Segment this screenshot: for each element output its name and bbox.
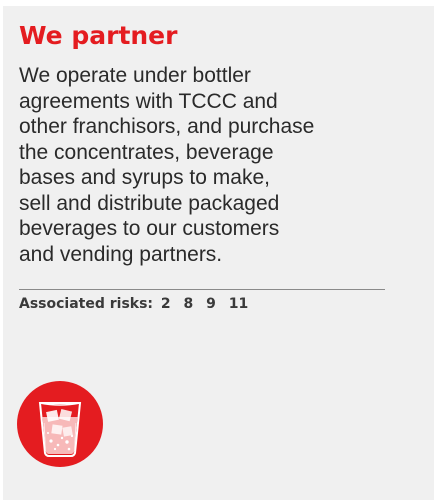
body-line: sell and distribute packaged	[19, 191, 280, 215]
body-line: beverages to our customers	[19, 217, 280, 240]
divider	[19, 289, 385, 290]
body-line: the concentrates, beverage	[19, 140, 274, 164]
glass-with-ice-icon	[17, 381, 103, 467]
card-body-text: We operate under bottler agreements with…	[19, 63, 389, 267]
body-line: bases and syrups to make,	[19, 166, 270, 189]
card-title: We partner	[19, 21, 178, 50]
body-line: We operate under bottler	[19, 64, 251, 87]
body-line: and vending partners.	[19, 242, 223, 266]
risks-label: Associated risks:	[19, 296, 154, 312]
risk-number: 2	[160, 296, 171, 312]
body-line: other franchisors, and purchase	[19, 115, 315, 138]
risk-number: 9	[206, 296, 216, 312]
risk-number: 11	[228, 296, 249, 312]
risk-number: 8	[183, 296, 194, 312]
body-line: agreements with TCCC and	[19, 89, 278, 113]
associated-risks: Associated risks: 2 8 9 11	[19, 295, 248, 313]
partner-card: We partner We operate under bottler agre…	[3, 6, 434, 500]
